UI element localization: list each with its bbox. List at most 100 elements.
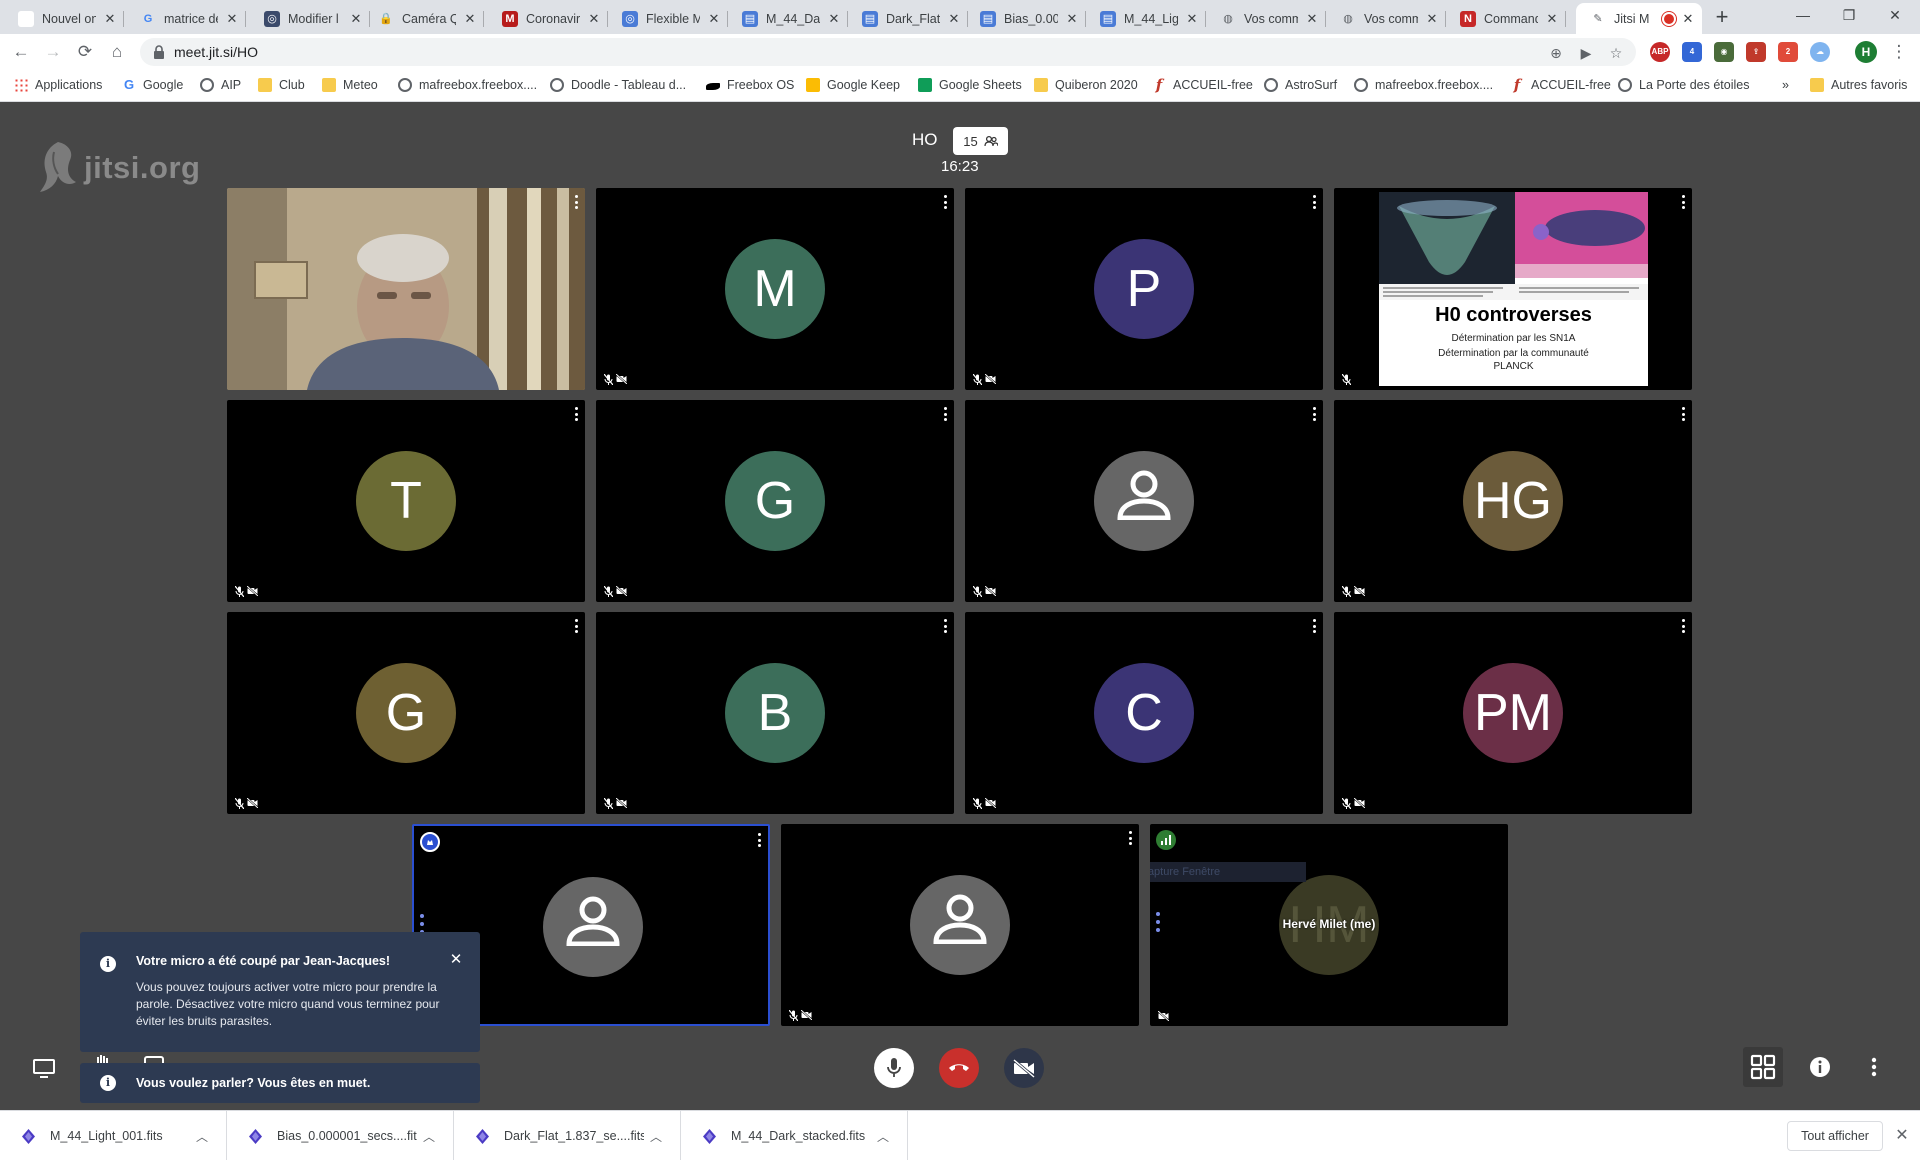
- chevron-up-icon[interactable]: ︿: [644, 1128, 668, 1145]
- minimize-button[interactable]: —: [1780, 0, 1826, 30]
- download-item[interactable]: M_44_Dark_stacked.fits ︿: [681, 1111, 908, 1160]
- back-button[interactable]: ←: [8, 39, 34, 65]
- bookmark-item[interactable]: Google Keep: [806, 78, 900, 92]
- browser-tab[interactable]: ◍ Vos comm ✕: [1206, 3, 1326, 34]
- participant-tile[interactable]: [781, 824, 1139, 1026]
- tab-close-icon[interactable]: ✕: [706, 11, 722, 27]
- microphone-button[interactable]: [874, 1048, 914, 1088]
- tile-menu-icon[interactable]: [1680, 195, 1686, 209]
- bookmark-item[interactable]: Meteo: [322, 78, 378, 92]
- browser-tab[interactable]: ◎ Flexible M ✕: [608, 3, 728, 34]
- browser-menu-icon[interactable]: ⋮: [1886, 39, 1912, 65]
- download-item[interactable]: M_44_Light_001.fits ︿: [0, 1111, 227, 1160]
- browser-tab[interactable]: Gmatrice de ✕: [126, 3, 246, 34]
- browser-tab[interactable]: ▤ M_44_Ligh ✕: [1086, 3, 1206, 34]
- bookmark-item[interactable]: AstroSurf: [1264, 78, 1337, 92]
- chevron-up-icon[interactable]: ︿: [190, 1128, 214, 1145]
- tile-menu-icon[interactable]: [1311, 195, 1317, 209]
- participant-tile[interactable]: HMCapture FenêtreHervé Milet (me): [1150, 824, 1508, 1026]
- tile-menu-icon[interactable]: [573, 619, 579, 633]
- browser-tab[interactable]: ▤ Bias_0.000 ✕: [966, 3, 1086, 34]
- close-icon[interactable]: ✕: [1892, 1126, 1912, 1146]
- bookmark-item[interactable]: mafreebox.freebox....: [398, 78, 537, 92]
- participant-tile[interactable]: HG: [1334, 400, 1692, 602]
- bookmark-item[interactable]: f ACCUEIL-free: [1510, 78, 1611, 93]
- camera-toggle-button[interactable]: [1004, 1048, 1044, 1088]
- participant-tile[interactable]: [965, 400, 1323, 602]
- bookmark-item[interactable]: mafreebox.freebox....: [1354, 78, 1493, 92]
- show-all-downloads-button[interactable]: Tout afficher: [1787, 1121, 1883, 1151]
- notification-extension-icon[interactable]: 2: [1778, 42, 1798, 62]
- browser-tab[interactable]: ▤ Dark_Flat_ ✕: [848, 3, 968, 34]
- participant-tile[interactable]: T: [227, 400, 585, 602]
- participant-tile[interactable]: C: [965, 612, 1323, 814]
- download-item[interactable]: Bias_0.000001_secs....fits ︿: [227, 1111, 454, 1160]
- home-button[interactable]: ⌂: [104, 39, 130, 65]
- tile-menu-icon[interactable]: [942, 195, 948, 209]
- maximize-button[interactable]: ❐: [1826, 0, 1872, 30]
- tile-menu-icon[interactable]: [573, 195, 579, 209]
- browser-tab[interactable]: ◍ Vos comm ✕: [1326, 3, 1446, 34]
- tab-close-icon[interactable]: ✕: [462, 11, 478, 27]
- participant-tile[interactable]: M: [596, 188, 954, 390]
- adblock-extension-icon[interactable]: ABP: [1650, 42, 1670, 62]
- tile-menu-icon[interactable]: [1311, 407, 1317, 421]
- tile-menu-icon[interactable]: [1311, 619, 1317, 633]
- bookmark-item[interactable]: La Porte des étoiles: [1618, 78, 1750, 92]
- maps-extension-icon[interactable]: ◉: [1714, 42, 1734, 62]
- browser-tab[interactable]: Nouvel onglet ✕: [4, 3, 124, 34]
- browser-tab[interactable]: N Command ✕: [1446, 3, 1566, 34]
- close-window-button[interactable]: ✕: [1872, 0, 1918, 30]
- bookmark-item[interactable]: AIP: [200, 78, 241, 92]
- download-item[interactable]: Dark_Flat_1.837_se....fits ︿: [454, 1111, 681, 1160]
- tab-close-icon[interactable]: ✕: [348, 11, 364, 27]
- bookmark-item[interactable]: Freebox OS: [706, 78, 794, 92]
- tile-menu-icon[interactable]: [573, 407, 579, 421]
- cloud-extension-icon[interactable]: ☁: [1810, 42, 1830, 62]
- participant-tile[interactable]: PM: [1334, 612, 1692, 814]
- tile-view-button[interactable]: [1743, 1047, 1783, 1087]
- tab-close-icon[interactable]: ✕: [586, 11, 602, 27]
- bookmarks-overflow-button[interactable]: »: [1782, 78, 1789, 92]
- tile-menu-icon[interactable]: [1127, 831, 1133, 845]
- bookmark-item[interactable]: G Google: [122, 78, 183, 93]
- tab-close-icon[interactable]: ✕: [1680, 11, 1696, 27]
- new-tab-button[interactable]: +: [1708, 4, 1736, 32]
- participant-tile[interactable]: G: [227, 612, 585, 814]
- bookmark-item[interactable]: Applications: [14, 78, 102, 92]
- browser-tab[interactable]: ◎ Modifier l ✕: [250, 3, 370, 34]
- bookmark-item[interactable]: Quiberon 2020: [1034, 78, 1138, 92]
- bookmark-item[interactable]: Google Sheets: [918, 78, 1022, 92]
- tab-close-icon[interactable]: ✕: [102, 11, 118, 27]
- browser-tab[interactable]: ▤ M_44_Dark ✕: [728, 3, 848, 34]
- tab-active[interactable]: ✎ Jitsi M ✕: [1576, 3, 1702, 34]
- tab-close-icon[interactable]: ✕: [1064, 11, 1080, 27]
- tab-close-icon[interactable]: ✕: [1304, 11, 1320, 27]
- reload-button[interactable]: ⟳: [72, 39, 98, 65]
- tile-menu-icon[interactable]: [1680, 619, 1686, 633]
- participant-count-badge[interactable]: 15: [953, 127, 1008, 155]
- camera-icon[interactable]: ▶: [1576, 43, 1596, 63]
- screen-share-button[interactable]: [28, 1055, 60, 1081]
- chevron-up-icon[interactable]: ︿: [871, 1128, 895, 1145]
- tab-close-icon[interactable]: ✕: [1544, 11, 1560, 27]
- tile-menu-icon[interactable]: [942, 407, 948, 421]
- tile-menu-icon[interactable]: [942, 619, 948, 633]
- extension-icon[interactable]: 4: [1682, 42, 1702, 62]
- participant-tile[interactable]: [227, 188, 585, 390]
- participant-tile[interactable]: P: [965, 188, 1323, 390]
- tile-menu-icon[interactable]: [1680, 407, 1686, 421]
- tile-menu-icon[interactable]: [756, 833, 762, 847]
- tab-close-icon[interactable]: ✕: [1184, 11, 1200, 27]
- bookmark-item[interactable]: Club: [258, 78, 305, 92]
- jitsi-logo[interactable]: jitsi.org: [36, 138, 200, 198]
- pdf-extension-icon[interactable]: ⇪: [1746, 42, 1766, 62]
- other-bookmarks[interactable]: Autres favoris: [1810, 78, 1907, 92]
- tab-close-icon[interactable]: ✕: [826, 11, 842, 27]
- close-icon[interactable]: ✕: [448, 952, 464, 968]
- bookmark-star-icon[interactable]: ☆: [1606, 43, 1626, 63]
- browser-tab[interactable]: 🔒 Caméra Q ✕: [364, 3, 484, 34]
- bookmark-item[interactable]: Doodle - Tableau d...: [550, 78, 686, 92]
- browser-tab[interactable]: M Coronavir ✕: [488, 3, 608, 34]
- participant-tile[interactable]: H0 controverses Détermination par les SN1…: [1334, 188, 1692, 390]
